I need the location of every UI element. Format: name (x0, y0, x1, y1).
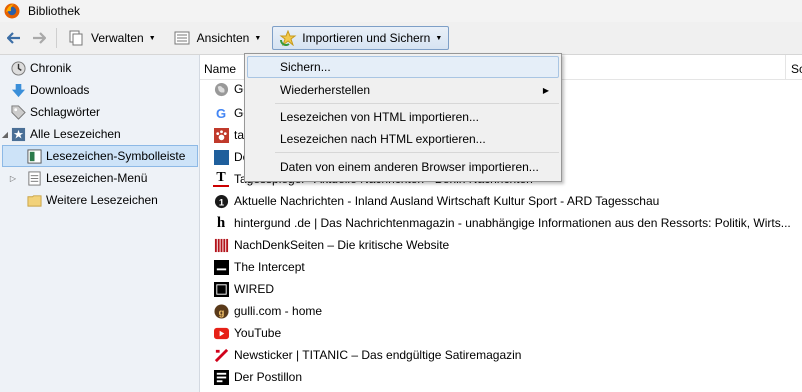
google-icon: G (215, 105, 227, 121)
bookmarks-toolbar-icon (26, 148, 42, 164)
download-icon (10, 82, 26, 98)
menu-item-label: Daten von einem anderen Browser importie… (280, 160, 539, 174)
views-button[interactable]: Ansichten ▼ (167, 26, 269, 50)
list-item-title: hintergund .de | Das Nachrichtenmagazin … (234, 216, 791, 230)
menu-item-label: Wiederherstellen (280, 83, 371, 97)
folder-icon (26, 192, 42, 208)
sidebar-item-history[interactable]: Chronik (0, 57, 200, 79)
tagesschau-icon: 1 (213, 193, 229, 209)
chevron-down-icon: ▼ (435, 34, 443, 42)
sidebar-item-label: Lesezeichen-Symbolleiste (46, 149, 186, 163)
svg-text:1: 1 (218, 197, 223, 207)
titanic-icon (213, 347, 229, 363)
svg-text:g: g (218, 307, 224, 317)
sidebar-item-label: Weitere Lesezeichen (46, 193, 158, 207)
second-column-header[interactable]: Sc (791, 62, 802, 76)
list-item[interactable]: 1 Aktuelle Nachrichten - Inland Ausland … (200, 190, 802, 212)
sidebar: Chronik Downloads Schlagwörter ◢ Alle Le… (0, 55, 200, 392)
import-backup-icon (279, 30, 297, 46)
list-item[interactable]: The Intercept (200, 256, 802, 278)
back-button[interactable] (3, 27, 25, 49)
views-icon (174, 30, 192, 46)
expanded-triangle-icon[interactable]: ◢ (0, 130, 10, 139)
bookmarks-menu-icon (26, 170, 42, 186)
wired-icon (213, 281, 229, 297)
list-item-title: YouTube (234, 326, 282, 340)
list-item[interactable]: h hintergund .de | Das Nachrichtenmagazi… (200, 212, 802, 234)
sidebar-item-label: Schlagwörter (30, 105, 101, 119)
sidebar-item-label: Downloads (30, 83, 90, 97)
intercept-icon (213, 259, 229, 275)
youtube-icon (213, 325, 229, 341)
list-item-title: NachDenkSeiten – Die kritische Website (234, 238, 450, 252)
forward-arrow-icon (33, 32, 46, 44)
list-item-title: Der Postillon (234, 370, 303, 384)
list-item-title: The Intercept (234, 260, 305, 274)
firefox-icon (4, 3, 20, 19)
submenu-arrow-icon: ▶ (542, 85, 549, 95)
manage-icon (68, 30, 86, 46)
manage-button[interactable]: Verwalten ▼ (61, 26, 163, 50)
sidebar-item-bookmarks-toolbar[interactable]: Lesezeichen-Symbolleiste (0, 145, 200, 167)
sidebar-item-label: Lesezeichen-Menü (46, 171, 148, 185)
star-icon (10, 126, 26, 142)
menu-item-export-html[interactable]: Lesezeichen nach HTML exportieren... (247, 128, 559, 150)
sidebar-item-downloads[interactable]: Downloads (0, 79, 200, 101)
list-item-title: WIRED (234, 282, 274, 296)
list-item[interactable]: WIRED (200, 278, 802, 300)
menu-item-import-browser[interactable]: Daten von einem anderen Browser importie… (247, 156, 559, 178)
list-item[interactable]: g gulli.com - home (200, 300, 802, 322)
menu-item-backup[interactable]: Sichern... (247, 56, 559, 78)
list-item-title: Aktuelle Nachrichten - Inland Ausland Wi… (234, 194, 660, 208)
tag-icon (10, 104, 26, 120)
chevron-down-icon: ▼ (254, 34, 262, 42)
views-label: Ansichten (196, 31, 250, 45)
sidebar-item-other-bookmarks[interactable]: Weitere Lesezeichen (0, 189, 200, 211)
list-item-title: gulli.com - home (234, 304, 323, 318)
menu-item-label: Lesezeichen nach HTML exportieren... (280, 132, 486, 146)
tagesspiegel-icon: T (213, 170, 229, 187)
paw-icon (213, 127, 229, 143)
sidebar-item-tags[interactable]: Schlagwörter (0, 101, 200, 123)
menu-item-label: Lesezeichen von HTML importieren... (280, 110, 479, 124)
menu-item-import-html[interactable]: Lesezeichen von HTML importieren... (247, 106, 559, 128)
globe-icon (213, 81, 229, 97)
list-item-title: Newsticker | TITANIC – Das endgültige Sa… (234, 348, 522, 362)
sidebar-item-bookmarks-menu[interactable]: ▷ Lesezeichen-Menü (0, 167, 200, 189)
collapsed-triangle-icon[interactable]: ▷ (0, 174, 26, 183)
list-item[interactable]: NachDenkSeiten – Die kritische Website (200, 234, 802, 256)
manage-label: Verwalten (91, 31, 144, 45)
chevron-down-icon: ▼ (148, 34, 156, 42)
list-item-title: ta (234, 128, 245, 142)
forward-button[interactable] (28, 27, 50, 49)
menu-separator (275, 103, 559, 104)
import-backup-button[interactable]: Importieren und Sichern ▼ (272, 26, 450, 50)
sidebar-item-label: Alle Lesezeichen (30, 127, 121, 141)
postillon-icon (213, 369, 229, 385)
menu-separator (275, 152, 559, 153)
import-backup-menu: Sichern... Wiederherstellen ▶ Lesezeiche… (244, 53, 562, 182)
site-icon (213, 149, 229, 165)
gulli-icon: g (213, 303, 229, 319)
title-bar: Bibliothek (0, 0, 802, 22)
list-item[interactable]: Der Postillon (200, 366, 802, 388)
column-divider[interactable] (785, 55, 786, 80)
nachdenkseiten-icon (213, 237, 229, 253)
hintergrund-icon: h (216, 214, 226, 231)
clock-icon (10, 60, 26, 76)
menu-item-restore[interactable]: Wiederherstellen ▶ (247, 79, 559, 101)
name-column-header[interactable]: Name (204, 62, 236, 76)
menu-item-label: Sichern... (280, 60, 331, 74)
list-item[interactable]: Newsticker | TITANIC – Das endgültige Sa… (200, 344, 802, 366)
import-backup-label: Importieren und Sichern (302, 31, 431, 45)
sidebar-item-all-bookmarks[interactable]: ◢ Alle Lesezeichen (0, 123, 200, 145)
toolbar: Verwalten ▼ Ansichten ▼ Importieren und … (0, 22, 802, 55)
window-title: Bibliothek (28, 4, 81, 18)
toolbar-separator (56, 28, 57, 48)
list-item[interactable]: YouTube (200, 322, 802, 344)
back-arrow-icon (7, 32, 20, 44)
sidebar-item-label: Chronik (30, 61, 72, 75)
